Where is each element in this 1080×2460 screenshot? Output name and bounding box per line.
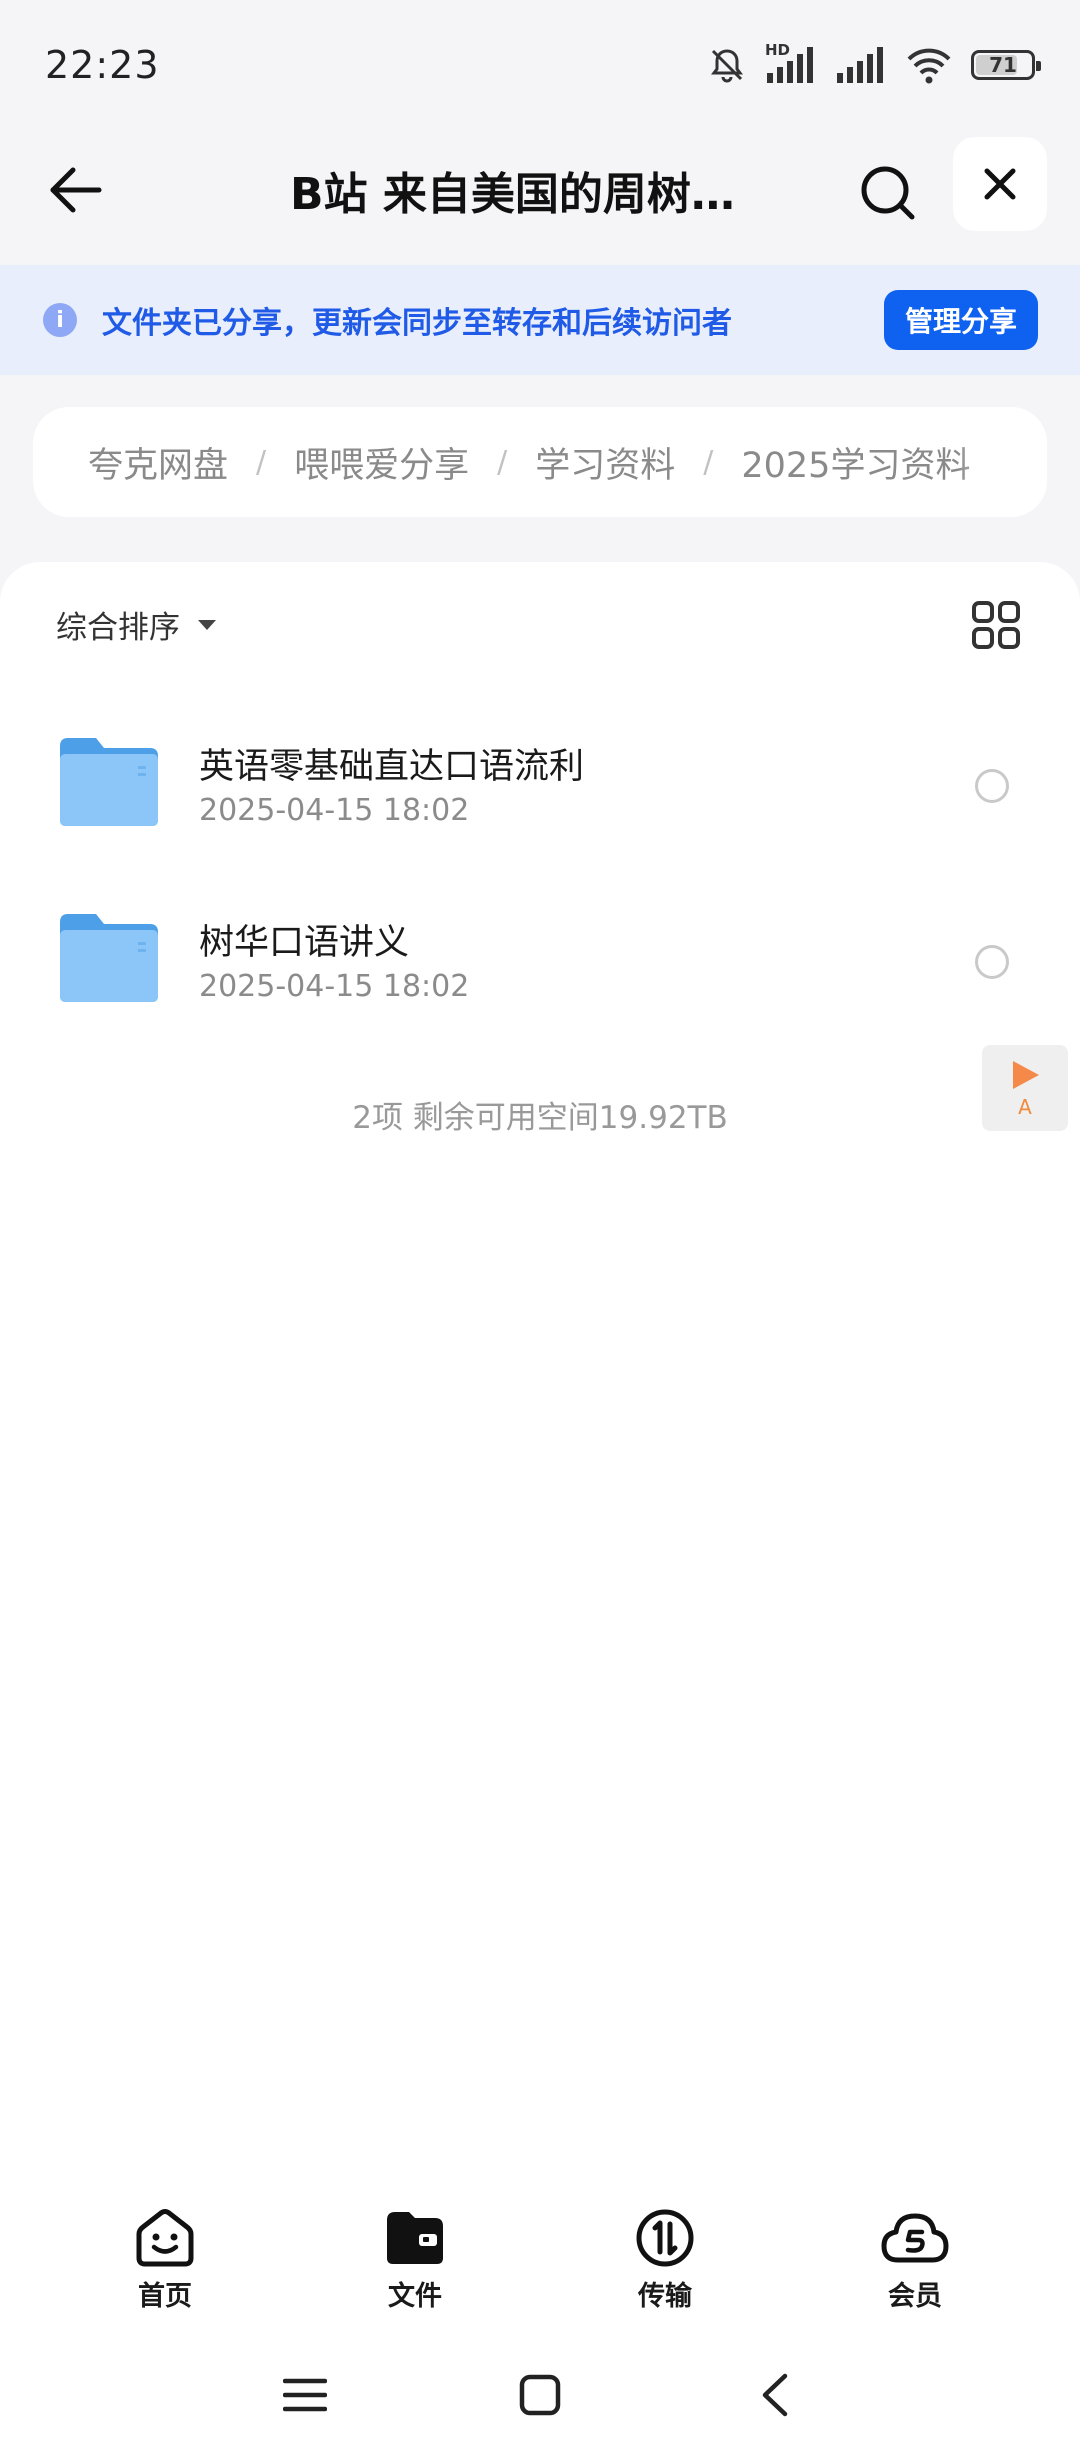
signal-icon — [837, 47, 883, 83]
breadcrumb-separator: / — [703, 444, 714, 480]
system-nav-bar — [0, 2330, 1080, 2460]
file-list-item[interactable]: 树华口语讲义 2025-04-15 18:02 — [0, 886, 1080, 1036]
system-back-button[interactable] — [745, 2365, 805, 2425]
recent-apps-button[interactable] — [275, 2365, 335, 2425]
breadcrumb-item-share[interactable]: 喂喂爱分享 — [294, 437, 469, 488]
transfer-icon — [636, 2209, 694, 2267]
mute-bell-icon — [711, 49, 743, 83]
share-banner: i 文件夹已分享，更新会同步至转存和后续访问者 管理分享 — [0, 265, 1080, 375]
nav-files[interactable]: 文件 — [290, 2180, 540, 2330]
info-icon: i — [43, 303, 77, 337]
grid-view-icon[interactable] — [970, 599, 1022, 651]
nav-label: 首页 — [138, 2281, 192, 2312]
status-icons: HD 71 — [707, 41, 1041, 85]
close-icon — [984, 168, 1016, 200]
file-name: 树华口语讲义 — [199, 923, 410, 963]
nav-label: 会员 — [888, 2281, 942, 2312]
file-date: 2025-04-15 18:02 — [199, 969, 470, 1004]
nav-transfer[interactable]: 传输 — [540, 2180, 790, 2330]
file-list-panel: 综合排序 英语零基础直达口语流利 2025-04-15 18:02 树华口语讲义… — [0, 562, 1080, 2212]
breadcrumb: 夸克网盘 / 喂喂爱分享 / 学习资料 / 2025学习资料 — [33, 407, 1047, 517]
page-title: B站 来自美国的周树华... — [290, 169, 770, 220]
folder-wallet-icon — [387, 2212, 443, 2264]
share-message: 文件夹已分享，更新会同步至转存和后续访问者 — [102, 306, 732, 341]
sort-label: 综合排序 — [56, 610, 180, 646]
smiley-home-icon — [136, 2209, 194, 2267]
breadcrumb-item-study[interactable]: 学习资料 — [535, 437, 675, 488]
status-time: 22:23 — [45, 43, 160, 87]
folder-icon — [60, 914, 158, 1002]
breadcrumb-item-root[interactable]: 夸克网盘 — [88, 437, 228, 488]
square-home-icon — [519, 2374, 561, 2416]
status-bar: 22:23 HD 71 — [0, 0, 1080, 130]
folder-icon — [60, 738, 158, 826]
arrow-left-icon — [50, 167, 102, 213]
breadcrumb-item-2025[interactable]: 2025学习资料 — [741, 437, 970, 488]
nav-label: 文件 — [388, 2281, 442, 2312]
file-name: 英语零基础直达口语流利 — [199, 747, 585, 787]
manage-share-button[interactable]: 管理分享 — [884, 290, 1038, 350]
select-radio[interactable] — [975, 945, 1009, 979]
floating-play-badge[interactable]: A — [982, 1045, 1068, 1131]
header: B站 来自美国的周树华... — [0, 130, 1080, 265]
nav-home[interactable]: 首页 — [40, 2180, 290, 2330]
nav-vip[interactable]: 会员 — [790, 2180, 1040, 2330]
battery-icon: 71 — [971, 50, 1041, 80]
storage-summary: 2项 剩余可用空间19.92TB — [352, 1100, 728, 1136]
wifi-icon — [907, 48, 951, 84]
home-button[interactable] — [510, 2365, 570, 2425]
cloud-vip-icon — [881, 2213, 949, 2263]
sort-dropdown[interactable]: 综合排序 — [56, 602, 216, 647]
file-date: 2025-04-15 18:02 — [199, 793, 470, 828]
file-list-item[interactable]: 英语零基础直达口语流利 2025-04-15 18:02 — [0, 710, 1080, 860]
badge-letter: A — [1018, 1095, 1032, 1119]
breadcrumb-separator: / — [256, 444, 267, 480]
chevron-left-icon — [762, 2373, 788, 2417]
breadcrumb-separator: / — [497, 444, 508, 480]
caret-down-icon — [198, 619, 216, 630]
select-radio[interactable] — [975, 769, 1009, 803]
bottom-nav: 首页 文件 传输 会员 — [0, 2180, 1080, 2330]
signal-hd-icon: HD — [765, 41, 817, 85]
play-icon — [1013, 1061, 1039, 1089]
search-button[interactable] — [850, 155, 926, 231]
battery-level: 71 — [989, 53, 1017, 77]
search-icon — [861, 166, 915, 220]
close-button[interactable] — [953, 137, 1047, 231]
back-button[interactable] — [42, 157, 108, 223]
menu-icon — [283, 2378, 327, 2412]
nav-label: 传输 — [638, 2281, 692, 2312]
